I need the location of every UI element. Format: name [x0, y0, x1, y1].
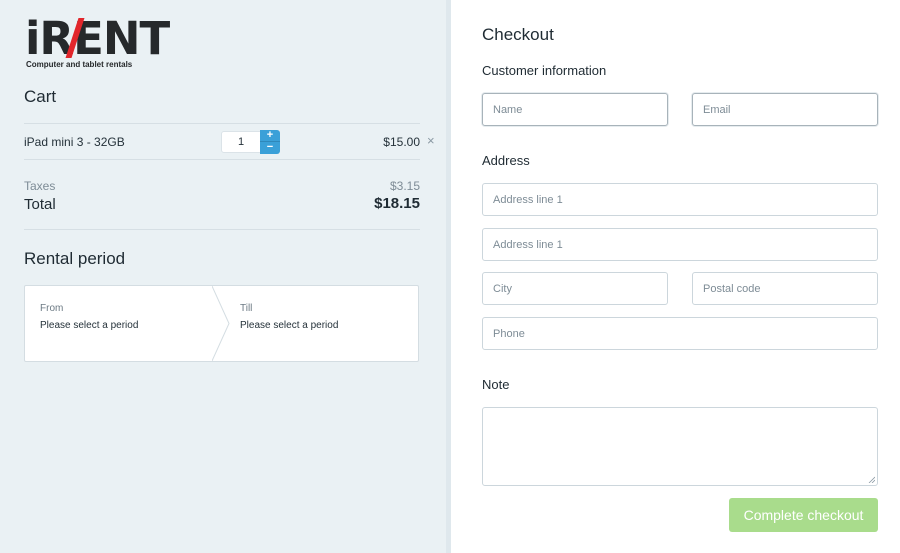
- city-field[interactable]: [482, 272, 668, 305]
- irent-logo: iRENT Computer and tablet rentals: [25, 16, 185, 72]
- period-from[interactable]: From Please select a period: [25, 286, 225, 361]
- taxes-label: Taxes: [24, 179, 56, 193]
- from-label: From: [40, 303, 64, 314]
- divider: [24, 159, 420, 160]
- period-till[interactable]: Till Please select a period: [225, 286, 419, 361]
- cart-item-price: $15.00: [383, 135, 420, 149]
- cart-title: Cart: [24, 87, 57, 106]
- logo-wordmark: iRENT: [25, 12, 170, 65]
- phone-field[interactable]: [482, 317, 878, 350]
- plus-icon: +: [266, 129, 274, 141]
- panel-divider: [446, 0, 451, 553]
- logo-tagline: Computer and tablet rentals: [26, 60, 133, 69]
- total-value: $18.15: [374, 195, 420, 212]
- address-line-2-field[interactable]: [482, 228, 878, 261]
- complete-checkout-button[interactable]: Complete checkout: [729, 498, 878, 532]
- cart-item-name: iPad mini 3 - 32GB: [24, 135, 125, 149]
- total-label: Total: [24, 196, 56, 213]
- address-line-1-field[interactable]: [482, 183, 878, 216]
- quantity-stepper: + −: [260, 130, 280, 154]
- email-field[interactable]: [692, 93, 878, 126]
- till-value: Please select a period: [240, 320, 339, 331]
- address-title: Address: [482, 153, 530, 168]
- rental-period-picker: From Please select a period Till Please …: [24, 285, 419, 362]
- decrement-button[interactable]: −: [260, 142, 280, 154]
- postal-code-field[interactable]: [692, 272, 878, 305]
- rental-period-title: Rental period: [24, 249, 126, 268]
- name-field[interactable]: [482, 93, 668, 126]
- checkout-title: Checkout: [482, 25, 554, 44]
- cart-panel: iRENT Computer and tablet rentals Cart i…: [0, 0, 446, 553]
- quantity-input[interactable]: 1: [221, 131, 261, 153]
- close-icon[interactable]: ×: [427, 133, 435, 148]
- customer-info-title: Customer information: [482, 63, 607, 78]
- taxes-value: $3.15: [389, 179, 420, 193]
- note-title: Note: [482, 377, 510, 392]
- divider: [24, 123, 420, 124]
- from-value: Please select a period: [40, 320, 139, 331]
- resize-grip-icon[interactable]: [868, 476, 875, 483]
- till-label: Till: [240, 303, 253, 314]
- note-textarea[interactable]: [482, 407, 878, 486]
- divider: [24, 229, 420, 230]
- minus-icon: −: [266, 141, 274, 153]
